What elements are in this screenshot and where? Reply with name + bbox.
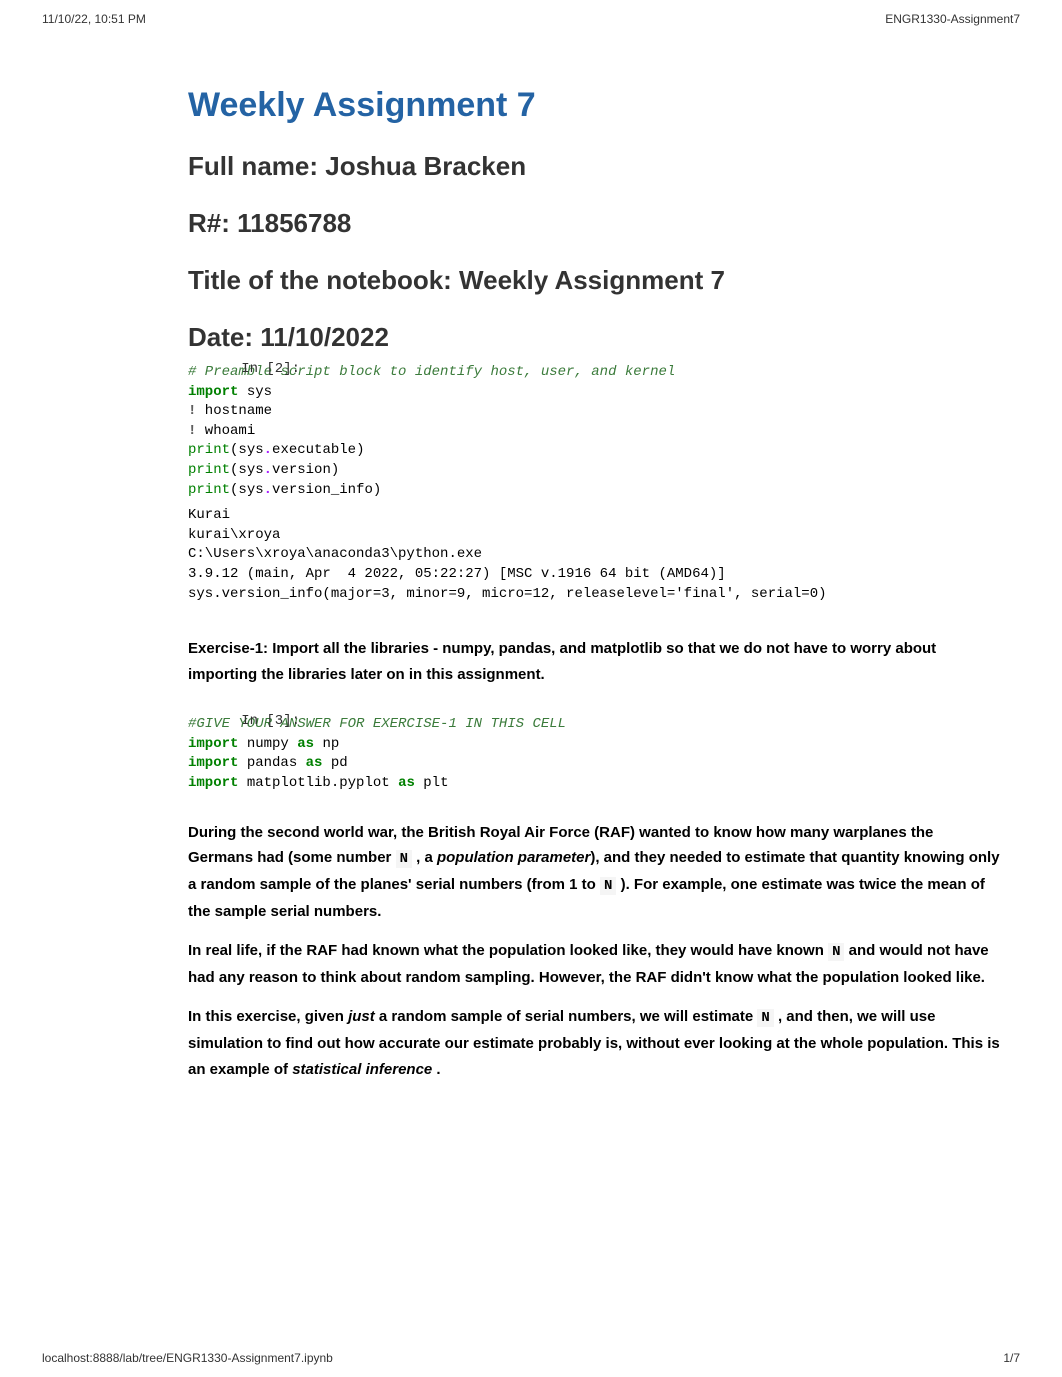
var-N: N — [600, 877, 616, 895]
print-header: 11/10/22, 10:51 PM ENGR1330-Assignment7 — [0, 0, 1062, 26]
date-heading: Date: 11/10/2022 — [188, 322, 1002, 353]
notebook-content: Weekly Assignment 7 Full name: Joshua Br… — [0, 26, 1062, 1108]
text: In real life, if the RAF had known what … — [188, 942, 828, 959]
kw-as: as — [306, 755, 323, 771]
footer-page: 1/7 — [1003, 1351, 1020, 1365]
output-line: C:\Users\xroya\anaconda3\python.exe — [188, 546, 482, 562]
r-number-heading: R#: 11856788 — [188, 208, 1002, 239]
term-population-parameter: population parameter — [437, 849, 590, 866]
paren: ) — [331, 462, 339, 478]
attr-executable: executable — [272, 442, 356, 458]
var-N: N — [396, 850, 412, 868]
dot: . — [264, 482, 272, 498]
sys: sys — [238, 442, 263, 458]
story-text: During the second world war, the British… — [188, 808, 1002, 1109]
cmd-hostname: hostname — [196, 403, 272, 419]
exercise-1-paragraph: Exercise-1: Import all the libraries - n… — [188, 636, 1002, 687]
term-statistical-inference: statistical inference — [292, 1061, 432, 1078]
code-cell-3: In [3]: #GIVE YOUR ANSWER FOR EXERCISE-1… — [120, 713, 1002, 795]
notebook-title-heading: Title of the notebook: Weekly Assignment… — [188, 265, 1002, 296]
kw-import: import — [188, 384, 238, 400]
attr-version-info: version_info — [272, 482, 373, 498]
kw-import: import — [188, 775, 238, 791]
story-para-2: In real life, if the RAF had known what … — [188, 938, 1002, 990]
story-para-3: In this exercise, given just a random sa… — [188, 1004, 1002, 1082]
alias-np: np — [314, 736, 339, 752]
fn-print: print — [188, 462, 230, 478]
var-N: N — [828, 943, 844, 961]
output-line: Kurai — [188, 507, 230, 523]
full-name-heading: Full name: Joshua Bracken — [188, 151, 1002, 182]
module-numpy: numpy — [238, 736, 297, 752]
sys: sys — [238, 462, 263, 478]
text: a random sample of serial numbers, we wi… — [375, 1008, 758, 1025]
cmd-whoami: whoami — [196, 423, 255, 439]
term-just: just — [348, 1008, 375, 1025]
story-para-1: During the second world war, the British… — [188, 820, 1002, 925]
kw-as: as — [297, 736, 314, 752]
paren: ) — [373, 482, 381, 498]
module-pandas: pandas — [238, 755, 305, 771]
page-title: Weekly Assignment 7 — [188, 86, 1002, 125]
code-block-3: #GIVE YOUR ANSWER FOR EXERCISE-1 IN THIS… — [188, 713, 1002, 795]
exercise-1-text: Exercise-1: Import all the libraries - n… — [188, 624, 1002, 713]
sys: sys — [238, 482, 263, 498]
fn-print: print — [188, 482, 230, 498]
dot: . — [264, 462, 272, 478]
dot: . — [264, 442, 272, 458]
footer-url: localhost:8888/lab/tree/ENGR1330-Assignm… — [42, 1351, 333, 1365]
text: , a — [412, 849, 437, 866]
var-N: N — [757, 1009, 773, 1027]
kw-import: import — [188, 755, 238, 771]
code-block-2: # Preamble script block to identify host… — [188, 361, 1002, 502]
paren: ) — [356, 442, 364, 458]
output-line: sys.version_info(major=3, minor=9, micro… — [188, 586, 827, 602]
kw-import: import — [188, 736, 238, 752]
module-matplotlib: matplotlib.pyplot — [238, 775, 398, 791]
kw-as: as — [398, 775, 415, 791]
output-block-2: Kurai kurai\xroya C:\Users\xroya\anacond… — [188, 502, 1002, 612]
print-timestamp: 11/10/22, 10:51 PM — [42, 12, 146, 26]
text: . — [432, 1061, 440, 1078]
code-cell-2: In [2]: # Preamble script block to ident… — [120, 361, 1002, 612]
print-footer: localhost:8888/lab/tree/ENGR1330-Assignm… — [42, 1351, 1020, 1365]
attr-version: version — [272, 462, 331, 478]
cell-prompt-2: In [2]: — [230, 361, 300, 377]
alias-pd: pd — [322, 755, 347, 771]
fn-print: print — [188, 442, 230, 458]
alias-plt: plt — [415, 775, 449, 791]
output-line: kurai\xroya — [188, 527, 280, 543]
text: In this exercise, given — [188, 1008, 348, 1025]
output-line: 3.9.12 (main, Apr 4 2022, 05:22:27) [MSC… — [188, 566, 726, 582]
cell-prompt-3: In [3]: — [230, 713, 300, 729]
print-doc-title: ENGR1330-Assignment7 — [885, 12, 1020, 26]
module-sys: sys — [238, 384, 272, 400]
